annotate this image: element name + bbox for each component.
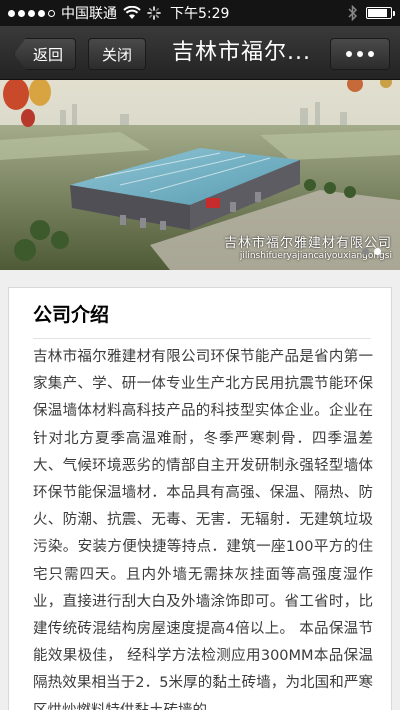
slider-pagination[interactable] xyxy=(362,248,381,255)
heading-divider xyxy=(33,338,371,339)
more-dots-icon xyxy=(346,51,352,57)
back-button[interactable]: 返回 xyxy=(14,38,76,70)
signal-strength-icon xyxy=(8,9,55,17)
article-card: 公司介绍 吉林市福尔雅建材有限公司环保节能产品是省内第一家集产、学、研一体专业生… xyxy=(8,287,392,710)
clock: 下午5:29 xyxy=(170,6,230,22)
loading-spinner-icon xyxy=(147,6,161,20)
slider-dot[interactable] xyxy=(362,248,369,255)
page-title: 吉林市福尔... xyxy=(172,40,311,65)
more-options-button[interactable] xyxy=(330,38,390,70)
status-bar: 中国联通 下午5:29 xyxy=(0,0,400,26)
article-heading: 公司介绍 xyxy=(33,304,110,326)
navigation-bar: 返回 关闭 吉林市福尔... xyxy=(0,26,400,80)
article-body: 吉林市福尔雅建材有限公司环保节能产品是省内第一家集产、学、研一体专业生产北方民用… xyxy=(33,349,373,710)
close-button[interactable]: 关闭 xyxy=(88,38,146,70)
wifi-icon xyxy=(123,6,141,19)
slider-dot-active[interactable] xyxy=(374,248,381,255)
battery-icon xyxy=(366,7,395,19)
banner-image[interactable]: 吉林市福尔雅建材有限公司 jilinshifueryajiancaiyouxia… xyxy=(0,80,400,270)
carrier-name: 中国联通 xyxy=(61,6,117,22)
bluetooth-icon xyxy=(348,5,358,21)
banner-caption: 吉林市福尔雅建材有限公司 jilinshifueryajiancaiyouxia… xyxy=(224,232,392,261)
